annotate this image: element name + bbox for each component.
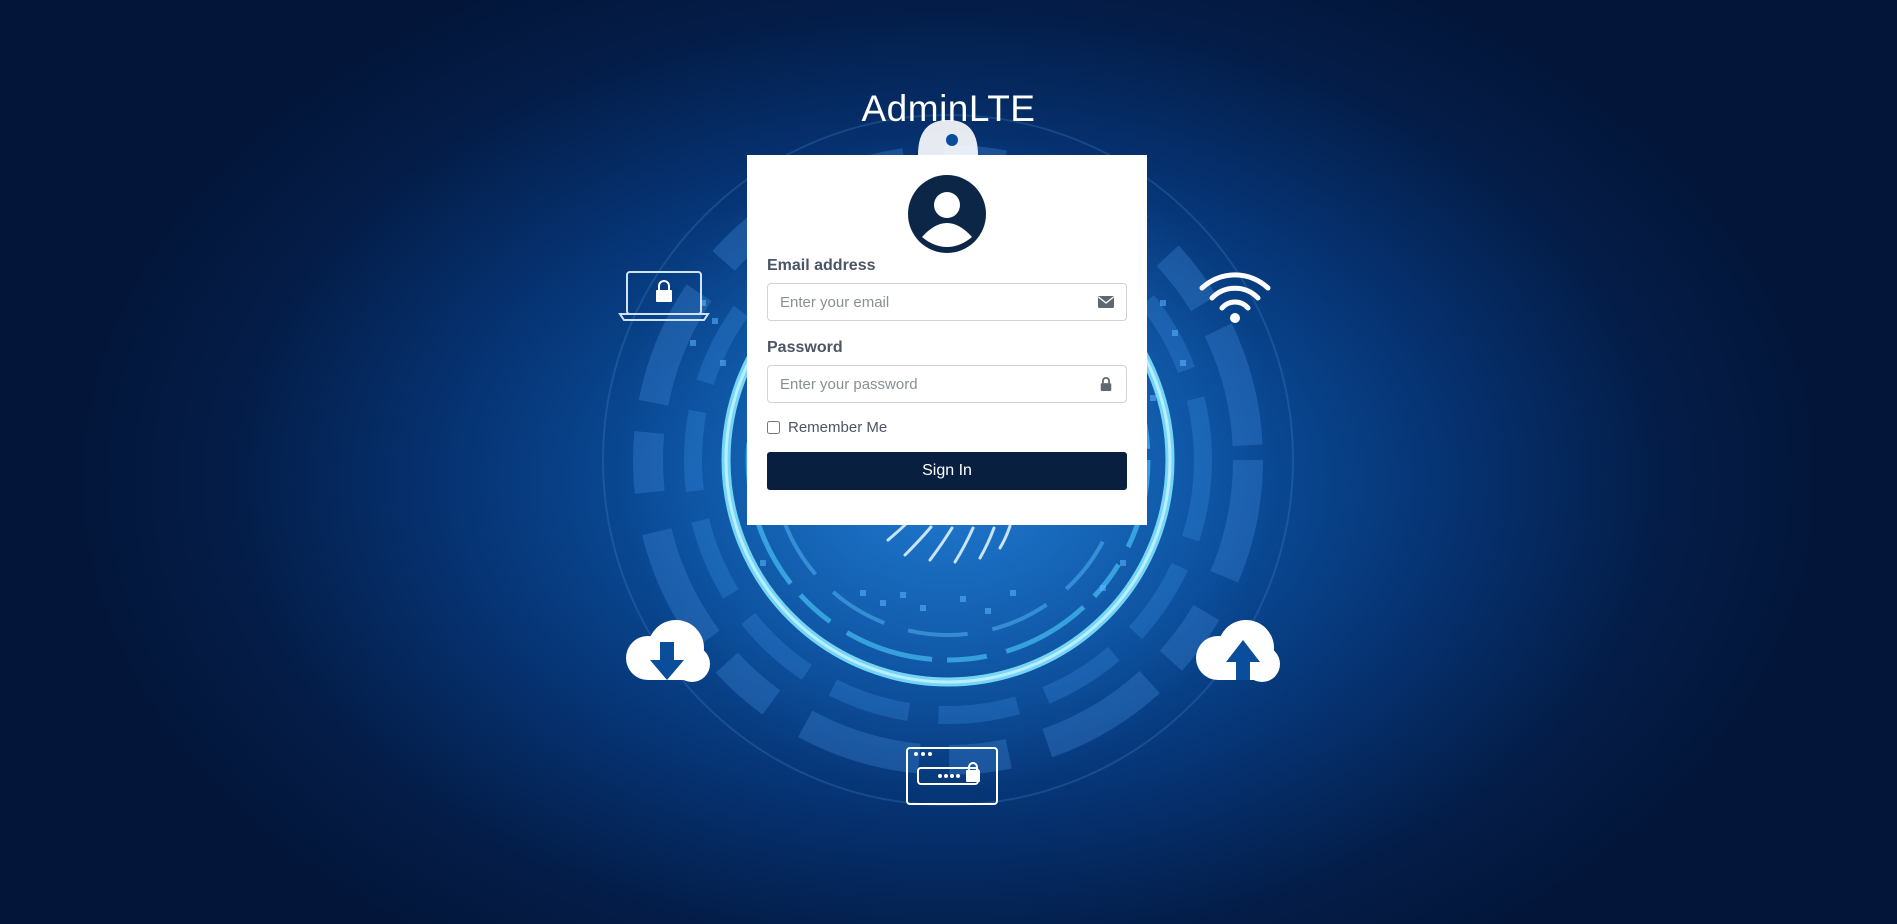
login-card: Email address Password Remember Me Sign …: [747, 155, 1147, 525]
password-input-group: [767, 365, 1127, 403]
login-page: AdminLTE Email address Password Rememb: [0, 0, 1897, 924]
lock-icon: [1100, 377, 1112, 391]
remember-me-row: Remember Me: [767, 419, 1127, 436]
user-circle-icon: [908, 175, 986, 253]
envelope-icon: [1098, 296, 1114, 308]
email-input[interactable]: [768, 284, 1102, 320]
email-label: Email address: [767, 257, 876, 274]
remember-me-checkbox[interactable]: [767, 421, 780, 434]
password-label: Password: [767, 339, 843, 356]
sign-in-button[interactable]: Sign In: [767, 452, 1127, 490]
brand-title: AdminLTE: [861, 88, 1036, 129]
password-input[interactable]: [768, 366, 1102, 402]
email-input-group: [767, 283, 1127, 321]
remember-me-label: Remember Me: [788, 419, 888, 436]
